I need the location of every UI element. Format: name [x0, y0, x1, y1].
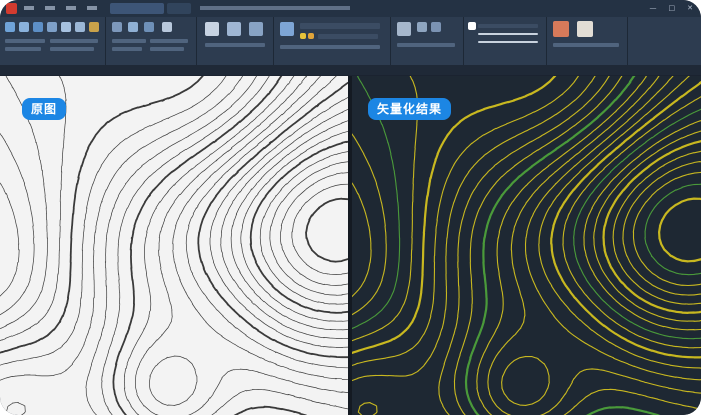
tool-row[interactable] — [50, 47, 94, 51]
tool-row[interactable] — [112, 39, 146, 43]
menu-item[interactable] — [66, 6, 76, 10]
contour-line — [0, 76, 243, 381]
ribbon-group-block — [391, 17, 464, 65]
dimension-tool-icon[interactable] — [249, 22, 263, 36]
layer-properties-icon[interactable] — [280, 22, 294, 36]
contour-line — [279, 172, 348, 286]
tool-row[interactable] — [553, 43, 619, 47]
layer-select[interactable] — [318, 34, 378, 39]
file-path — [200, 5, 350, 12]
vectorized-result-badge: 矢量化结果 — [368, 98, 452, 120]
edit-block-icon[interactable] — [431, 22, 441, 32]
layer-freeze-icon[interactable] — [308, 33, 314, 39]
clipboard-icon[interactable] — [553, 21, 569, 37]
tool-row[interactable] — [150, 39, 188, 43]
maximize-icon[interactable]: □ — [669, 4, 676, 12]
contour-line — [240, 131, 348, 322]
original-map-panel[interactable] — [0, 76, 348, 415]
contour-line — [538, 76, 701, 369]
text-tool-icon[interactable] — [205, 22, 219, 36]
contour-line — [220, 109, 348, 340]
document-icon[interactable] — [577, 21, 593, 37]
table-tool-icon[interactable] — [227, 22, 241, 36]
layer-on-icon[interactable] — [300, 33, 306, 39]
insert-block-icon[interactable] — [397, 22, 411, 36]
tool-row[interactable] — [5, 39, 45, 43]
contour-line — [562, 96, 701, 349]
original-image-badge: 原图 — [22, 98, 67, 120]
command-strip — [0, 65, 701, 75]
contour-line — [0, 133, 35, 316]
fillet-tool-icon[interactable] — [162, 22, 172, 32]
contour-line — [112, 76, 307, 415]
application-window: — □ ✕ 原图 矢量化结果 — [0, 0, 701, 415]
linetype-dropdown[interactable] — [478, 33, 538, 35]
menu-item[interactable] — [87, 6, 97, 10]
polyline-tool-icon[interactable] — [19, 22, 29, 32]
circle-tool-icon[interactable] — [33, 22, 43, 32]
tool-row[interactable] — [50, 39, 98, 43]
contour-line — [612, 150, 701, 305]
tool-row[interactable] — [112, 47, 142, 51]
original-contour-map — [0, 76, 348, 415]
layer-dropdown[interactable] — [300, 23, 380, 29]
tool-row[interactable] — [397, 43, 455, 47]
tool-row[interactable] — [205, 43, 265, 47]
arc-tool-icon[interactable] — [47, 22, 57, 32]
new-tab-button[interactable] — [167, 3, 191, 14]
contour-line — [632, 171, 701, 287]
document-tab[interactable] — [110, 3, 164, 14]
extend-tool-icon[interactable] — [128, 22, 138, 32]
contour-line — [464, 76, 661, 415]
ribbon-group-layers — [274, 17, 391, 65]
contour-line — [352, 76, 596, 382]
contour-line — [352, 182, 372, 298]
contour-line — [0, 182, 20, 297]
ribbon-toolbar — [0, 17, 701, 66]
close-icon[interactable]: ✕ — [687, 4, 693, 12]
tool-row[interactable] — [150, 47, 184, 51]
document-tabs — [110, 3, 191, 14]
offset-tool-icon[interactable] — [144, 22, 154, 32]
rotate-tool-icon[interactable] — [75, 22, 85, 32]
line-tool-icon[interactable] — [5, 22, 15, 32]
color-dropdown[interactable] — [478, 24, 538, 28]
window-controls: — □ ✕ — [650, 4, 694, 12]
tool-row[interactable] — [280, 45, 380, 49]
ribbon-group-draw — [0, 17, 106, 65]
contour-line — [185, 76, 348, 369]
vectorized-contour-map — [352, 76, 701, 415]
contour-line — [352, 133, 387, 316]
move-tool-icon[interactable] — [61, 22, 71, 32]
ribbon-group-utilities — [547, 17, 628, 65]
menu-item[interactable] — [24, 6, 34, 10]
vectorized-map-panel[interactable] — [352, 76, 701, 415]
contour-line — [658, 197, 701, 263]
minimize-icon[interactable]: — — [650, 4, 657, 12]
contour-line — [602, 140, 701, 314]
ribbon-group-empty — [628, 17, 701, 65]
tool-row[interactable] — [5, 47, 41, 51]
ribbon-group-properties — [464, 17, 547, 65]
ribbon-group-modify — [106, 17, 197, 65]
app-logo-icon — [6, 3, 17, 14]
mirror-tool-icon[interactable] — [89, 22, 99, 32]
contour-line — [249, 140, 348, 314]
menu-bar — [24, 5, 97, 10]
title-bar: — □ ✕ — [0, 0, 701, 17]
contour-line — [305, 197, 348, 263]
lineweight-dropdown[interactable] — [478, 41, 538, 43]
trim-tool-icon[interactable] — [112, 22, 122, 32]
menu-item[interactable] — [45, 6, 55, 10]
color-swatch-icon[interactable] — [468, 22, 476, 30]
ribbon-group-annotate — [197, 17, 274, 65]
create-block-icon[interactable] — [417, 22, 427, 32]
